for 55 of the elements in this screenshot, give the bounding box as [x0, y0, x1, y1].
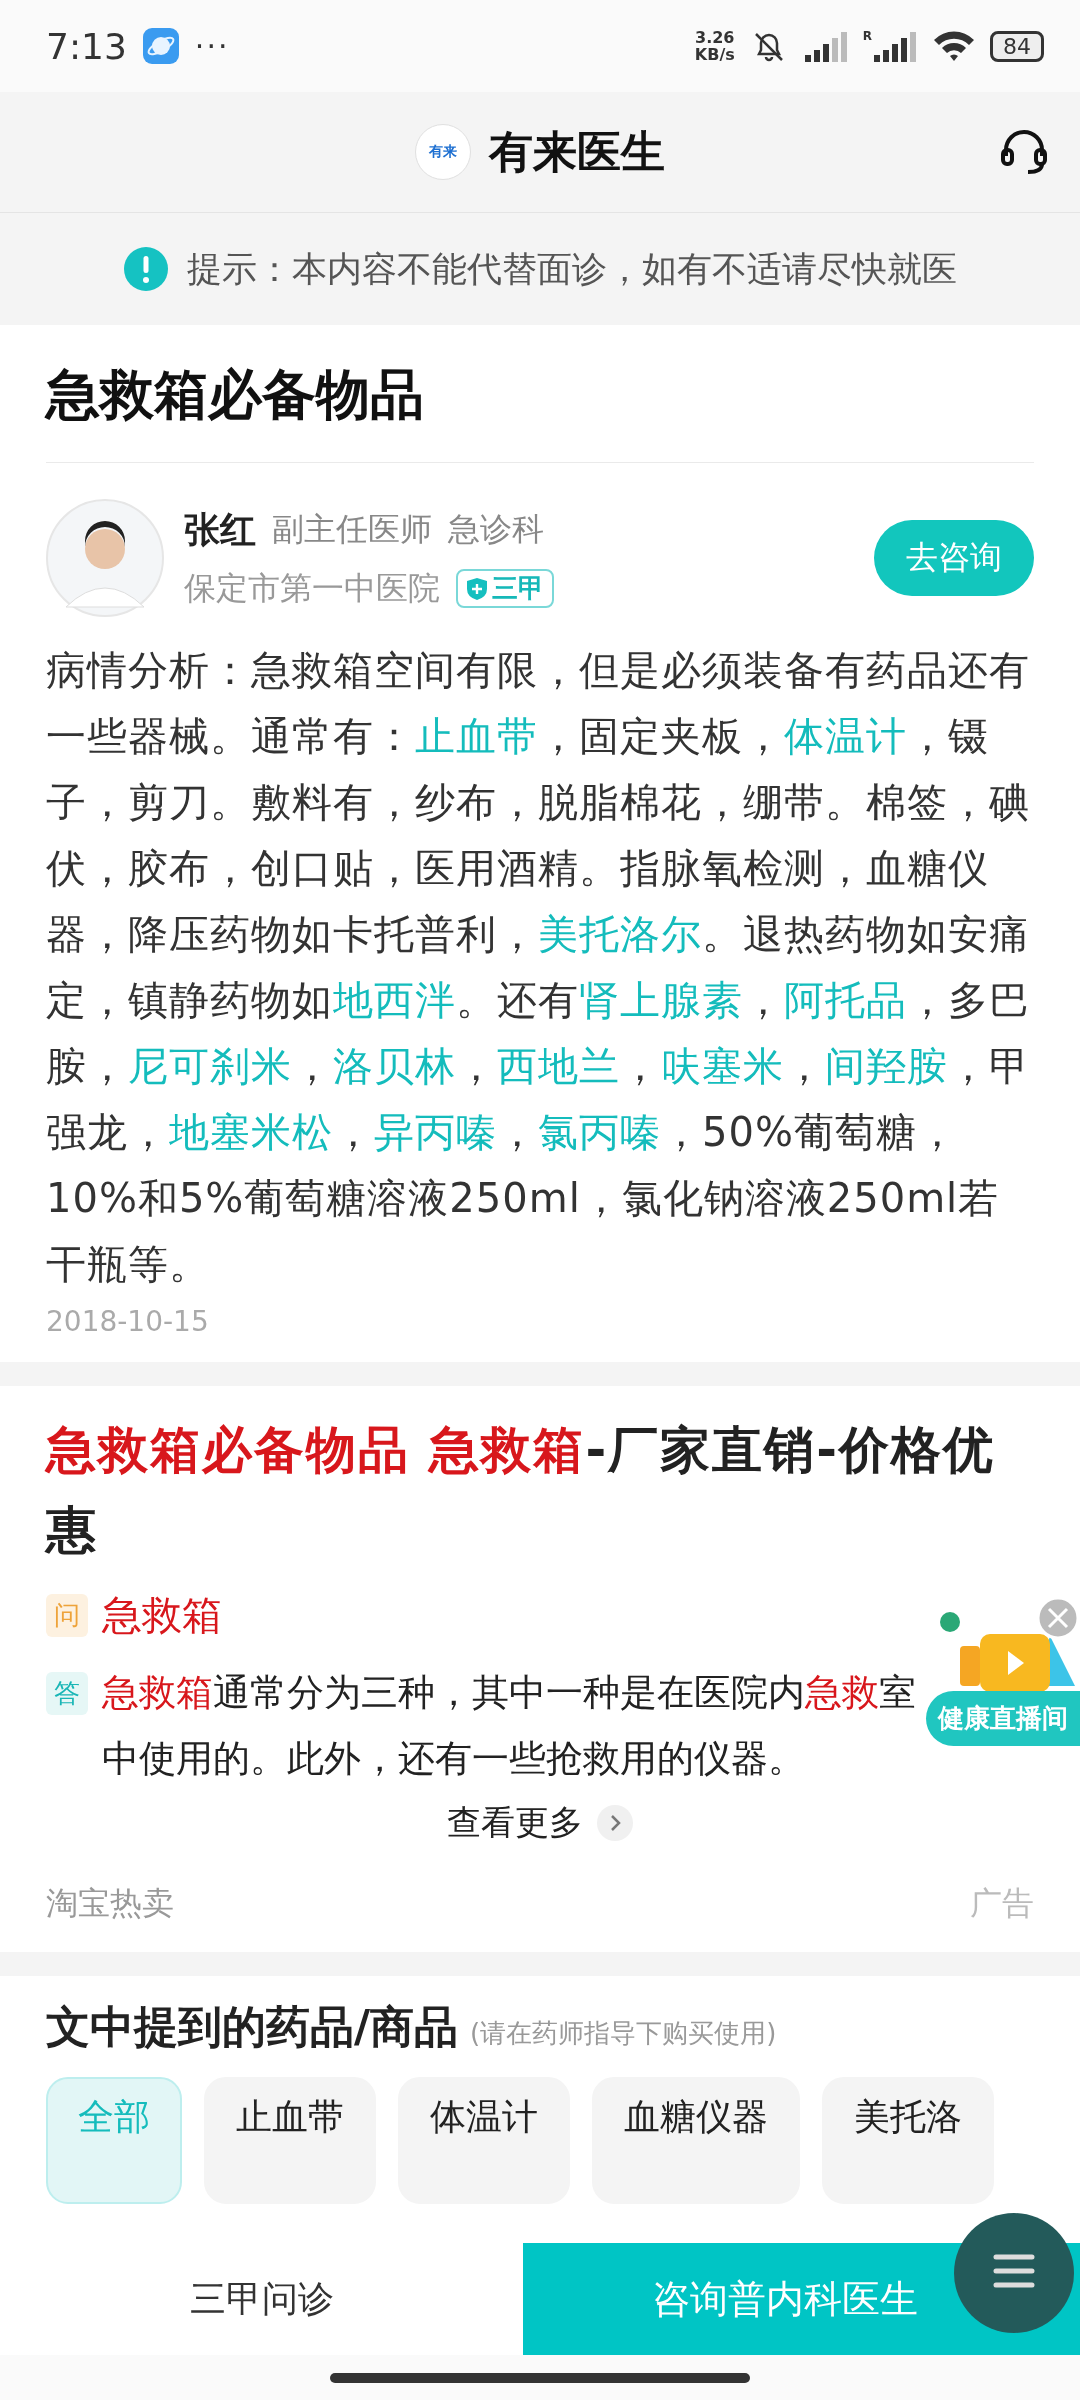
answer-text: 急救箱通常分为三种，其中一种是在医院内急救室中使用的。此外，还有一些抢救用的仪器。 — [102, 1670, 917, 1782]
drug-link[interactable]: 地西泮 — [333, 977, 456, 1023]
ad-title[interactable]: 急救箱必备物品 急救箱-厂家直销-价格优惠 — [46, 1410, 1034, 1570]
products-title: 文中提到的药品/商品 — [46, 2000, 459, 2054]
filter-chip[interactable]: 血糖仪器 — [592, 2077, 800, 2204]
drug-link[interactable]: 美托洛尔 — [538, 911, 702, 957]
drug-link[interactable]: 西地兰 — [497, 1043, 620, 1089]
drug-link[interactable]: 异丙嗪 — [374, 1109, 497, 1155]
analysis-paragraph: 病情分析：急救箱空间有限，但是必须装备有药品还有一些器械。通常有：止血带，固定夹板，体温计，镊子，剪刀。敷料有，纱布，脱脂棉花，绷带。棉签，碘伏，胶布，创口贴，医用酒精。指脉氧检测，血糖仪器，降压药物如卡托普利，美托洛尔。退热药物如安痛定，镇静药物如地西泮。还有肾上腺素，阿托品，多巴胺，尼可刹米，洛贝林，西地兰，呋塞米，间羟胺，甲强龙，地塞米松，异丙嗪，氯丙嗪，50%葡萄糖，10%和5%葡萄糖溶液250ml，氯化钠溶液250ml若干瓶等。 — [46, 646, 1031, 1289]
drug-link[interactable]: 体温计 — [784, 713, 907, 759]
disclaimer-text: 提示：本内容不能代替面诊，如有不适请尽快就医 — [187, 247, 957, 291]
status-time: 7:13 — [46, 25, 127, 67]
question-tag: 问 — [46, 1594, 88, 1637]
signal-icon — [872, 29, 918, 63]
app-logo: 有来 — [415, 124, 471, 180]
article-title: 急救箱必备物品 — [46, 325, 1034, 463]
drug-link[interactable]: 呋塞米 — [661, 1043, 784, 1089]
filter-chip[interactable]: 美托洛 — [822, 2077, 994, 2204]
filter-chip[interactable]: 全部 — [46, 2077, 182, 2204]
grade-label: 三甲 — [492, 572, 544, 605]
drug-link[interactable]: 间羟胺 — [825, 1043, 948, 1089]
network-speed: 3.26 KB/s — [694, 29, 735, 63]
hospital-name: 保定市第一中医院 — [184, 567, 440, 609]
live-room-button[interactable]: 健康直播间 — [926, 1691, 1080, 1746]
publish-date: 2018-10-15 — [46, 1304, 210, 1340]
doctor-department: 急诊科 — [448, 509, 544, 550]
battery-indicator: 84 — [990, 30, 1044, 62]
answer-tag: 答 — [46, 1672, 88, 1715]
more-notifications: ··· — [194, 28, 230, 64]
drug-link[interactable]: 洛贝林 — [333, 1043, 456, 1089]
drug-link[interactable]: 尼可刹米 — [128, 1043, 292, 1089]
menu-icon[interactable] — [952, 2211, 1076, 2335]
home-indicator[interactable] — [330, 2372, 750, 2383]
filter-chip[interactable]: 体温计 — [398, 2077, 570, 2204]
drug-link[interactable]: 氯丙嗪 — [538, 1109, 661, 1155]
filter-chip[interactable]: 止血带 — [204, 2077, 376, 2204]
purchase-note: (请在药师指导下购买使用) — [470, 2017, 777, 2050]
ad-label: 广告 — [970, 1883, 1034, 1924]
drug-link[interactable]: 止血带 — [415, 713, 538, 759]
browser-app-icon — [140, 26, 181, 66]
alert-icon — [123, 246, 169, 292]
drug-link[interactable]: 地塞米松 — [169, 1109, 333, 1155]
shield-icon — [466, 576, 488, 601]
doctor-name: 张红 — [184, 507, 256, 552]
ad-source: 淘宝热卖 — [46, 1883, 174, 1924]
roaming-label: R — [862, 29, 872, 43]
question-text: 急救箱 — [102, 1591, 222, 1640]
consult-button[interactable]: 去咨询 — [874, 520, 1034, 596]
drug-link[interactable]: 肾上腺素 — [579, 977, 743, 1023]
signal-icon — [802, 29, 849, 63]
chevron-right-icon — [597, 1805, 633, 1841]
doctor-title: 副主任医师 — [272, 509, 432, 550]
see-more-button[interactable]: 查看更多 — [447, 1800, 583, 1846]
drug-link[interactable]: 阿托品 — [784, 977, 907, 1023]
app-title: 有来医生 — [489, 124, 665, 179]
